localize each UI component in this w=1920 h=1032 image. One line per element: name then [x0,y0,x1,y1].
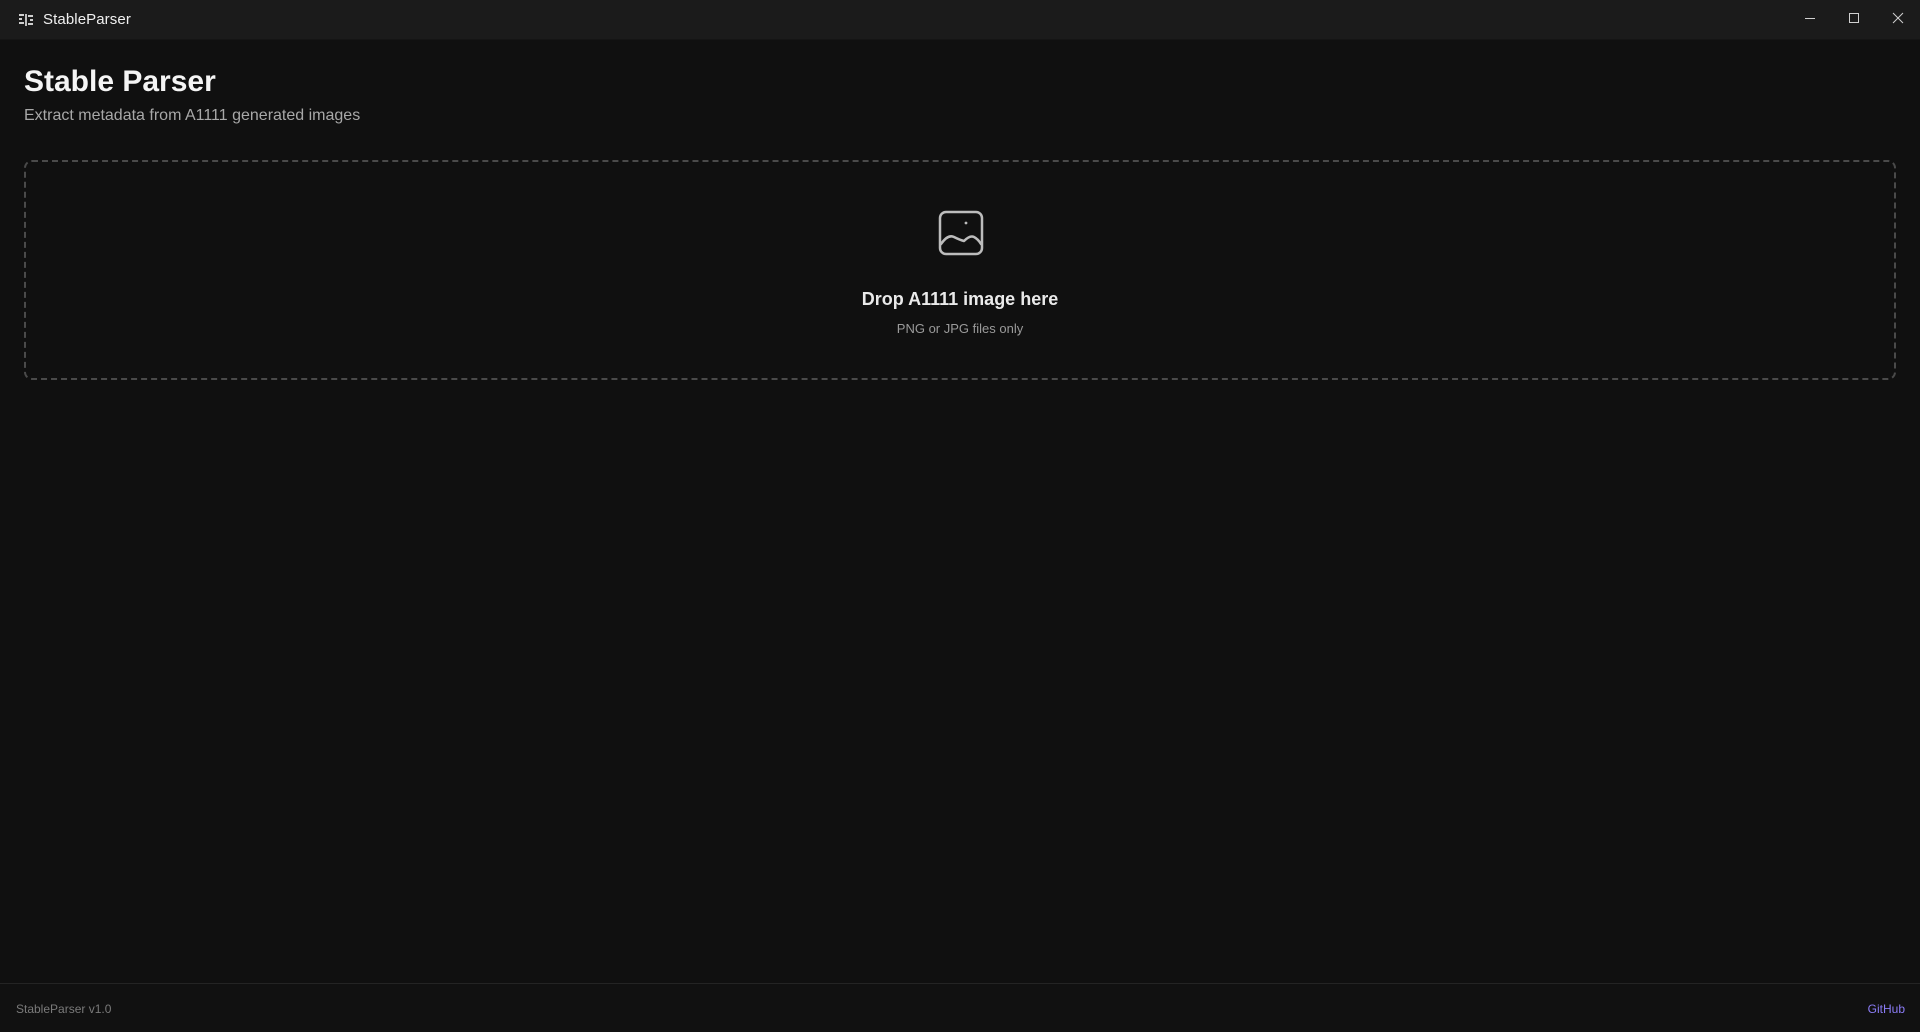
page-subtitle: Extract metadata from A1111 generated im… [24,107,361,124]
minimize-button[interactable] [1788,0,1832,40]
maximize-icon [1848,11,1860,29]
github-link[interactable]: GitHub [1868,1002,1905,1016]
app-window: StableParser Stable Parser Extract metad… [0,0,1920,1032]
image-drop-zone[interactable]: Drop A1111 image here PNG or JPG files o… [24,160,1896,380]
window-title: StableParser [43,11,131,28]
footer: StableParser v1.0 GitHub [0,983,1920,1032]
image-icon [938,210,984,256]
close-icon [1892,11,1904,29]
close-button[interactable] [1876,0,1920,40]
title-bar[interactable]: StableParser [0,0,1920,40]
version-label: StableParser v1.0 [16,1002,112,1016]
page-title: Stable Parser [24,65,216,98]
app-logo-icon [17,11,35,29]
maximize-button[interactable] [1832,0,1876,40]
drop-hint: PNG or JPG files only [896,321,1024,336]
minimize-icon [1804,11,1816,29]
window-controls [1788,0,1920,40]
drop-title: Drop A1111 image here [861,289,1059,309]
